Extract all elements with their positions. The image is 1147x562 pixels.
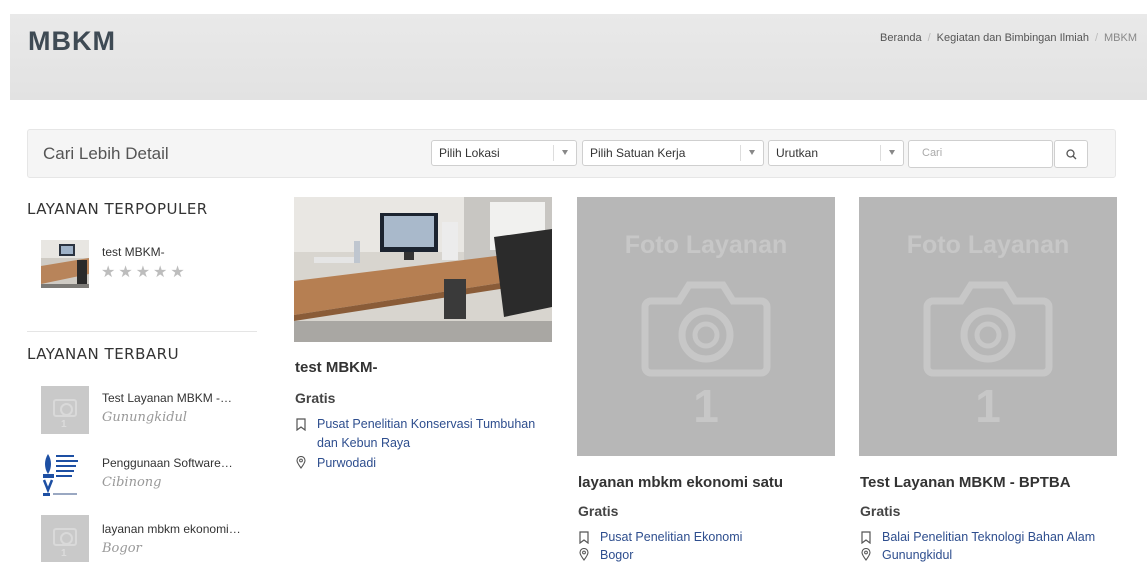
latest-item-title[interactable]: Test Layanan MBKM -…: [102, 391, 232, 405]
sidebar-divider: [27, 331, 257, 332]
breadcrumb-separator: /: [927, 32, 931, 44]
service-card-price: Gratis: [578, 503, 619, 519]
bookmark-icon: [296, 418, 306, 431]
breadcrumb-current: MBKM: [1104, 32, 1137, 44]
search-input-placeholder: Cari: [922, 147, 943, 159]
popular-services-heading: LAYANAN TERPOPULER: [27, 200, 208, 218]
breadcrumb: Beranda / Kegiatan dan Bimbingan Ilmiah / MB…: [880, 32, 1137, 44]
service-photo-placeholder[interactable]: Foto Layanan 1: [859, 197, 1117, 456]
chevron-down-icon: [749, 150, 755, 155]
latest-item-title[interactable]: Penggunaan Software…: [102, 456, 233, 470]
latest-item-thumbnail[interactable]: 1: [41, 386, 89, 434]
search-filter-label: Cari Lebih Detail: [43, 144, 169, 163]
lipi-logo[interactable]: [41, 450, 89, 498]
location-select[interactable]: Pilih Lokasi: [431, 140, 577, 166]
camera-icon: [53, 528, 77, 546]
placeholder-number: 1: [975, 380, 1001, 432]
chevron-down-icon: [889, 150, 895, 155]
sort-select-value: Urutkan: [776, 146, 819, 160]
breadcrumb-parent-link[interactable]: Kegiatan dan Bimbingan Ilmiah: [937, 32, 1089, 44]
service-card-title[interactable]: Test Layanan MBKM - BPTBA: [860, 474, 1071, 491]
work-unit-select[interactable]: Pilih Satuan Kerja: [582, 140, 764, 166]
service-card-title[interactable]: layanan mbkm ekonomi satu: [578, 474, 783, 491]
search-icon: [1066, 149, 1077, 160]
bookmark-icon: [579, 531, 589, 544]
service-card-title[interactable]: test MBKM-: [295, 359, 378, 376]
location-select-value: Pilih Lokasi: [439, 146, 500, 160]
latest-services-heading: LAYANAN TERBARU: [27, 345, 180, 363]
page-header: MBKM Beranda / Kegiatan dan Bimbingan Ilmi…: [10, 14, 1147, 100]
search-input[interactable]: Cari: [908, 140, 1053, 168]
select-divider: [880, 145, 881, 161]
latest-item-location: Cibinong: [102, 475, 162, 490]
popular-item-thumbnail[interactable]: [41, 240, 89, 288]
sort-select[interactable]: Urutkan: [768, 140, 904, 166]
placeholder-number: 1: [693, 380, 719, 432]
rating-stars: ★★★★★: [101, 264, 188, 281]
popular-item-title[interactable]: test MBKM-: [102, 245, 165, 259]
breadcrumb-separator: /: [1094, 32, 1098, 44]
search-button[interactable]: [1054, 140, 1088, 168]
service-card-unit[interactable]: Balai Penelitian Teknologi Bahan Alam: [882, 528, 1095, 546]
camera-icon: [53, 399, 77, 417]
service-card-location: Purwodadi: [317, 456, 377, 470]
thumbnail-number: 1: [61, 548, 67, 559]
service-card-location: Bogor: [600, 548, 634, 562]
placeholder-label: Foto Layanan: [906, 231, 1070, 259]
select-divider: [740, 145, 741, 161]
page-title: MBKM: [28, 26, 116, 56]
service-card-unit[interactable]: Pusat Penelitian Ekonomi: [600, 528, 742, 546]
service-photo-placeholder[interactable]: Foto Layanan 1: [577, 197, 835, 456]
service-card-price: Gratis: [860, 503, 901, 519]
search-filter-bar: Cari Lebih Detail Pilih Lokasi Pilih Sat…: [27, 129, 1116, 178]
placeholder-label: Foto Layanan: [624, 231, 788, 259]
location-pin-icon: [579, 548, 589, 561]
service-photo[interactable]: [294, 197, 552, 342]
location-pin-icon: [861, 548, 871, 561]
latest-item-location: Bogor: [102, 541, 142, 556]
camera-icon: [923, 281, 1053, 377]
select-divider: [553, 145, 554, 161]
breadcrumb-home-link[interactable]: Beranda: [880, 32, 922, 44]
service-card-unit-line2[interactable]: dan Kebun Raya: [317, 434, 410, 452]
thumbnail-number: 1: [61, 419, 67, 430]
service-card-price: Gratis: [295, 390, 336, 406]
camera-icon: [641, 281, 771, 377]
bookmark-icon: [861, 531, 871, 544]
latest-item-location: Gunungkidul: [102, 410, 188, 425]
chevron-down-icon: [562, 150, 568, 155]
latest-item-title[interactable]: layanan mbkm ekonomi…: [102, 522, 241, 536]
work-unit-select-value: Pilih Satuan Kerja: [590, 146, 686, 160]
latest-item-thumbnail[interactable]: 1: [41, 515, 89, 562]
service-card-location: Gunungkidul: [882, 548, 953, 562]
service-card-unit[interactable]: Pusat Penelitian Konservasi Tumbuhan: [317, 415, 535, 433]
location-pin-icon: [296, 456, 306, 469]
